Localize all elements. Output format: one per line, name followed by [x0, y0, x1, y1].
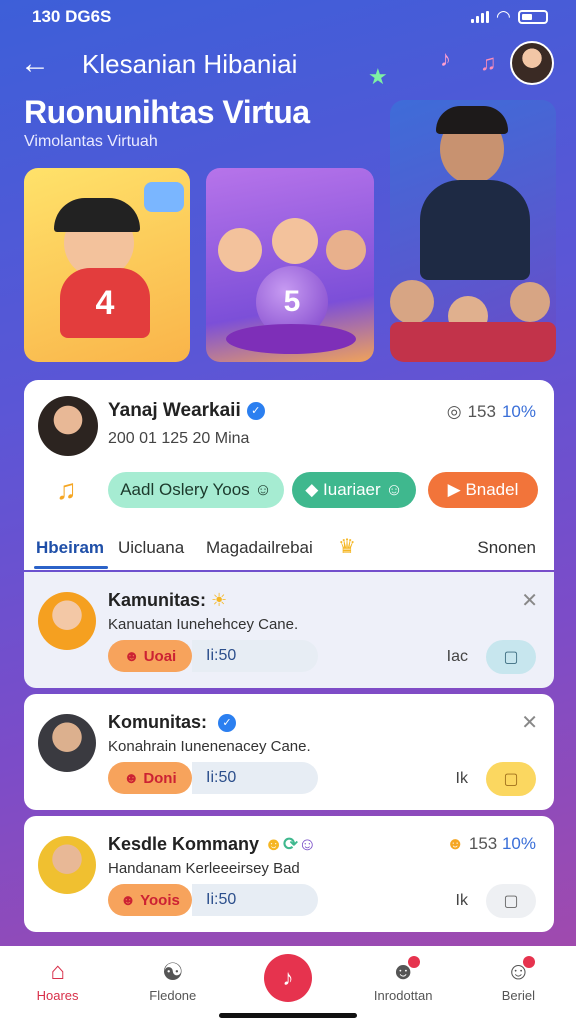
hero-title: Ruonunihtas Virtua — [24, 94, 310, 130]
post-label: Iac — [446, 648, 468, 665]
hero-subtitle: Vimolantas Virtuah — [24, 133, 158, 150]
post-stats: ☻ 153 10% — [446, 834, 536, 853]
chip-activity[interactable]: Aadl Oslery Yoos ☺ — [108, 472, 284, 508]
list-item[interactable]: Komunitas: ✓ Konahrain Iunenenacey Cane.… — [24, 694, 554, 810]
profile-card: Yanaj Wearkaii ✓ 200 01 125 20 Mina ◎ 153… — [24, 380, 554, 570]
orb-number: 5 — [283, 285, 301, 318]
chip-tag[interactable]: ◆ Iuariaer ☺ — [292, 472, 416, 508]
tab-bar: Hbeiram Uicluana Magadailrebai ♛ Snonen — [24, 530, 554, 570]
post-avatar[interactable] — [38, 714, 96, 772]
play-icon: ▶ — [447, 480, 461, 499]
notification-user-icon: ☻ — [390, 958, 416, 985]
close-icon[interactable]: ✕ — [521, 588, 538, 613]
smile-icon: ☺ — [385, 480, 403, 499]
wifi-icon: ◠ — [496, 7, 510, 26]
profile-avatar[interactable] — [38, 396, 98, 456]
nav-item-people[interactable]: ☯ Fledone — [128, 958, 218, 1003]
tab-magadailrebai[interactable]: Magadailrebai — [206, 538, 313, 558]
post-subtitle: Konahrain Iunenenacey Cane. — [108, 738, 311, 755]
music-icon: ♪ — [282, 965, 294, 990]
comment-button[interactable]: ▢ — [486, 884, 536, 918]
verified-badge-icon: ✓ — [218, 714, 237, 733]
chip-action[interactable]: ▶ Bnadel — [428, 472, 538, 508]
app-title: Klesanian Hibaniai — [82, 48, 298, 79]
jersey-number: 4 — [95, 284, 115, 322]
comment-icon: ▢ — [503, 893, 519, 910]
verified-badge-icon: ✓ — [246, 401, 265, 420]
post-title: Komunitas: ✓ — [108, 712, 237, 733]
emoji-icon: ☻ — [264, 834, 284, 854]
post-avatar[interactable] — [38, 592, 96, 650]
shield-icon: ◆ — [305, 480, 319, 499]
close-icon[interactable]: ✕ — [521, 710, 538, 735]
home-indicator — [219, 1013, 357, 1018]
post-chip[interactable]: ☻ Uoai — [108, 640, 192, 672]
sun-icon: ☀ — [211, 590, 228, 610]
face-icon: ☺ — [298, 834, 317, 854]
crown-icon: ♛ — [338, 536, 356, 558]
views-count: 153 — [467, 402, 496, 421]
celebration-photo-tile[interactable] — [390, 100, 556, 362]
post-chip[interactable]: ☻ Yoois — [108, 884, 192, 916]
views-icon: ◎ — [446, 402, 462, 421]
emoji-icon: ☻ — [123, 647, 140, 665]
comment-icon: ▢ — [503, 649, 519, 666]
comment-button[interactable]: ▢ — [486, 640, 536, 674]
user-avatar[interactable] — [510, 41, 554, 85]
cartoon-player-tile[interactable]: 4 — [24, 168, 190, 362]
emoji-icon: ☻ — [123, 769, 140, 787]
people-icon: ☯ — [162, 959, 184, 986]
nav-item-home[interactable]: ⌂ Hoares — [13, 958, 103, 1003]
tab-indicator — [34, 566, 108, 569]
post-title: Kamunitas: ☀ — [108, 590, 228, 610]
list-item[interactable]: Kamunitas: ☀ Kanuatan Iunehehcey Cane. I… — [24, 572, 554, 688]
status-icons: ◠ — [470, 7, 548, 27]
nav-item-profile[interactable]: ☺ Beriel — [473, 956, 563, 1003]
comment-icon: ▢ — [503, 771, 519, 788]
home-icon: ⌂ — [50, 958, 65, 985]
nav-item-notifications[interactable]: ☻ Inrodottan — [358, 956, 448, 1003]
profile-icon: ☺ — [506, 958, 531, 985]
post-time: Ii:50 — [192, 640, 318, 672]
post-subtitle: Kanuatan Iunehehcey Cane. — [108, 616, 299, 633]
comment-button[interactable]: ▢ — [486, 762, 536, 796]
refresh-icon: ⟳ — [283, 834, 299, 854]
post-avatar[interactable] — [38, 836, 96, 894]
profile-date: 200 01 125 20 Mina — [108, 430, 250, 447]
post-label: Ik — [455, 770, 468, 787]
post-chip[interactable]: ☻ Doni — [108, 762, 192, 794]
tab-snonen[interactable]: Snonen — [477, 538, 536, 558]
status-time: 130 DG6S — [32, 7, 112, 26]
tab-hbeiram[interactable]: Hbeiram — [36, 538, 104, 558]
profile-name: Yanaj Wearkaii ✓ — [108, 400, 265, 422]
profile-stats: ◎ 153 10% — [447, 402, 536, 422]
post-time: Ii:50 — [192, 884, 318, 916]
percent-value: 10% — [501, 402, 536, 421]
back-arrow-icon[interactable]: ← — [20, 49, 50, 79]
music-note-icon: ♫ — [56, 474, 77, 505]
music-button[interactable]: ♪ — [264, 954, 312, 1002]
post-subtitle: Handanam Kerleeeirsey Bad — [108, 860, 300, 877]
post-title: Kesdle Kommany ☻⟳☺ — [108, 834, 317, 854]
emoji-icon: ☻ — [446, 834, 465, 853]
emoji-icon: ☻ — [120, 891, 136, 909]
music-note-icon: ♫ — [480, 50, 497, 75]
status-bar: 130 DG6S ◠ — [0, 0, 576, 34]
music-note-icon: ♪ — [440, 46, 451, 71]
post-label: Ik — [455, 892, 468, 909]
smile-icon: ☺ — [254, 480, 272, 499]
battery-icon — [518, 10, 548, 24]
list-item[interactable]: Kesdle Kommany ☻⟳☺ Handanam Kerleeeirsey… — [24, 816, 554, 932]
group-orb-tile[interactable]: 5 — [206, 168, 374, 362]
post-time: Ii:50 — [192, 762, 318, 794]
tab-uicluana[interactable]: Uicluana — [118, 538, 184, 558]
star-icon: ★ — [368, 64, 388, 89]
signal-icon — [470, 11, 489, 23]
